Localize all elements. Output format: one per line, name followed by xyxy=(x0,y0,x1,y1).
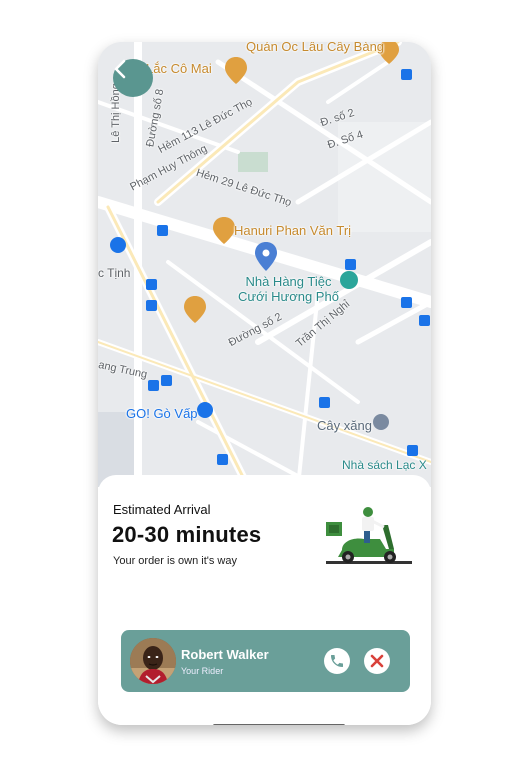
cancel-button[interactable] xyxy=(364,648,390,674)
home-indicator[interactable] xyxy=(213,724,345,725)
estimated-time: 20-30 minutes xyxy=(112,522,262,547)
avatar xyxy=(130,638,176,684)
map-view[interactable]: Quán Ốc Lâu Cây Bàng Lắc Cô Mai Lê Thị H… xyxy=(98,42,431,487)
delivery-sheet: Estimated Arrival 20-30 minutes Your ord… xyxy=(98,475,431,725)
estimated-arrival-label: Estimated Arrival xyxy=(113,502,211,517)
call-button[interactable] xyxy=(324,648,350,674)
map-label-nha-hang: Nhà Hàng Tiệc Cưới Hương Phố xyxy=(238,274,339,304)
map-label-go-go-vap: GO! Gò Vấp xyxy=(126,406,198,421)
order-status: Your order is own it's way xyxy=(113,555,237,567)
map-label-hanuri: Hanuri Phan Văn Trị xyxy=(234,223,352,238)
rider-card: Robert Walker Your Rider xyxy=(121,630,410,692)
chevron-left-icon xyxy=(114,59,126,79)
map-label-nha-sach: Nhà sách Lạc X xyxy=(342,458,427,472)
map-label-quan-oc: Quán Ốc Lâu Cây Bàng xyxy=(246,42,385,54)
map-label-lac-co-mai: Lắc Cô Mai xyxy=(146,61,212,76)
map-label-cay-xang: Cây xăng xyxy=(317,418,372,433)
phone-frame: Quán Ốc Lâu Cây Bàng Lắc Cô Mai Lê Thị H… xyxy=(98,42,431,725)
rider-role: Your Rider xyxy=(181,666,224,676)
map-label-c-tinh: c Tịnh xyxy=(98,266,131,280)
back-button[interactable] xyxy=(113,59,153,97)
delivery-scooter-illustration xyxy=(326,507,412,564)
close-icon xyxy=(370,654,384,668)
phone-icon xyxy=(331,655,343,667)
rider-name: Robert Walker xyxy=(181,647,269,662)
